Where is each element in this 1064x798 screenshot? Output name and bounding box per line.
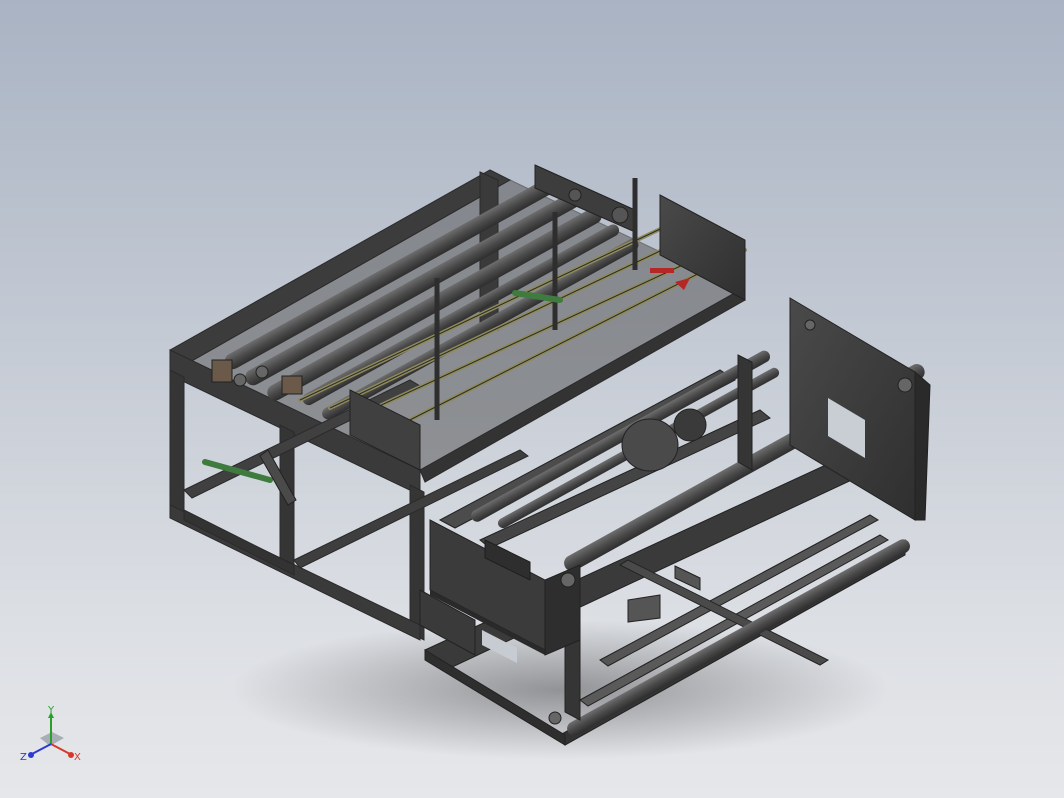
- machine-model[interactable]: [0, 0, 1064, 798]
- red-indicator: [650, 268, 674, 273]
- axis-triad: Y X Z: [20, 705, 81, 763]
- z-axis-line: [31, 743, 52, 755]
- cad-viewport[interactable]: Y X Z: [0, 0, 1064, 798]
- x-axis-label: X: [74, 752, 81, 763]
- x-axis-line: [50, 743, 71, 755]
- rear-post: [737, 354, 753, 471]
- y-axis-label: Y: [47, 705, 55, 716]
- z-axis-label: Z: [20, 752, 27, 763]
